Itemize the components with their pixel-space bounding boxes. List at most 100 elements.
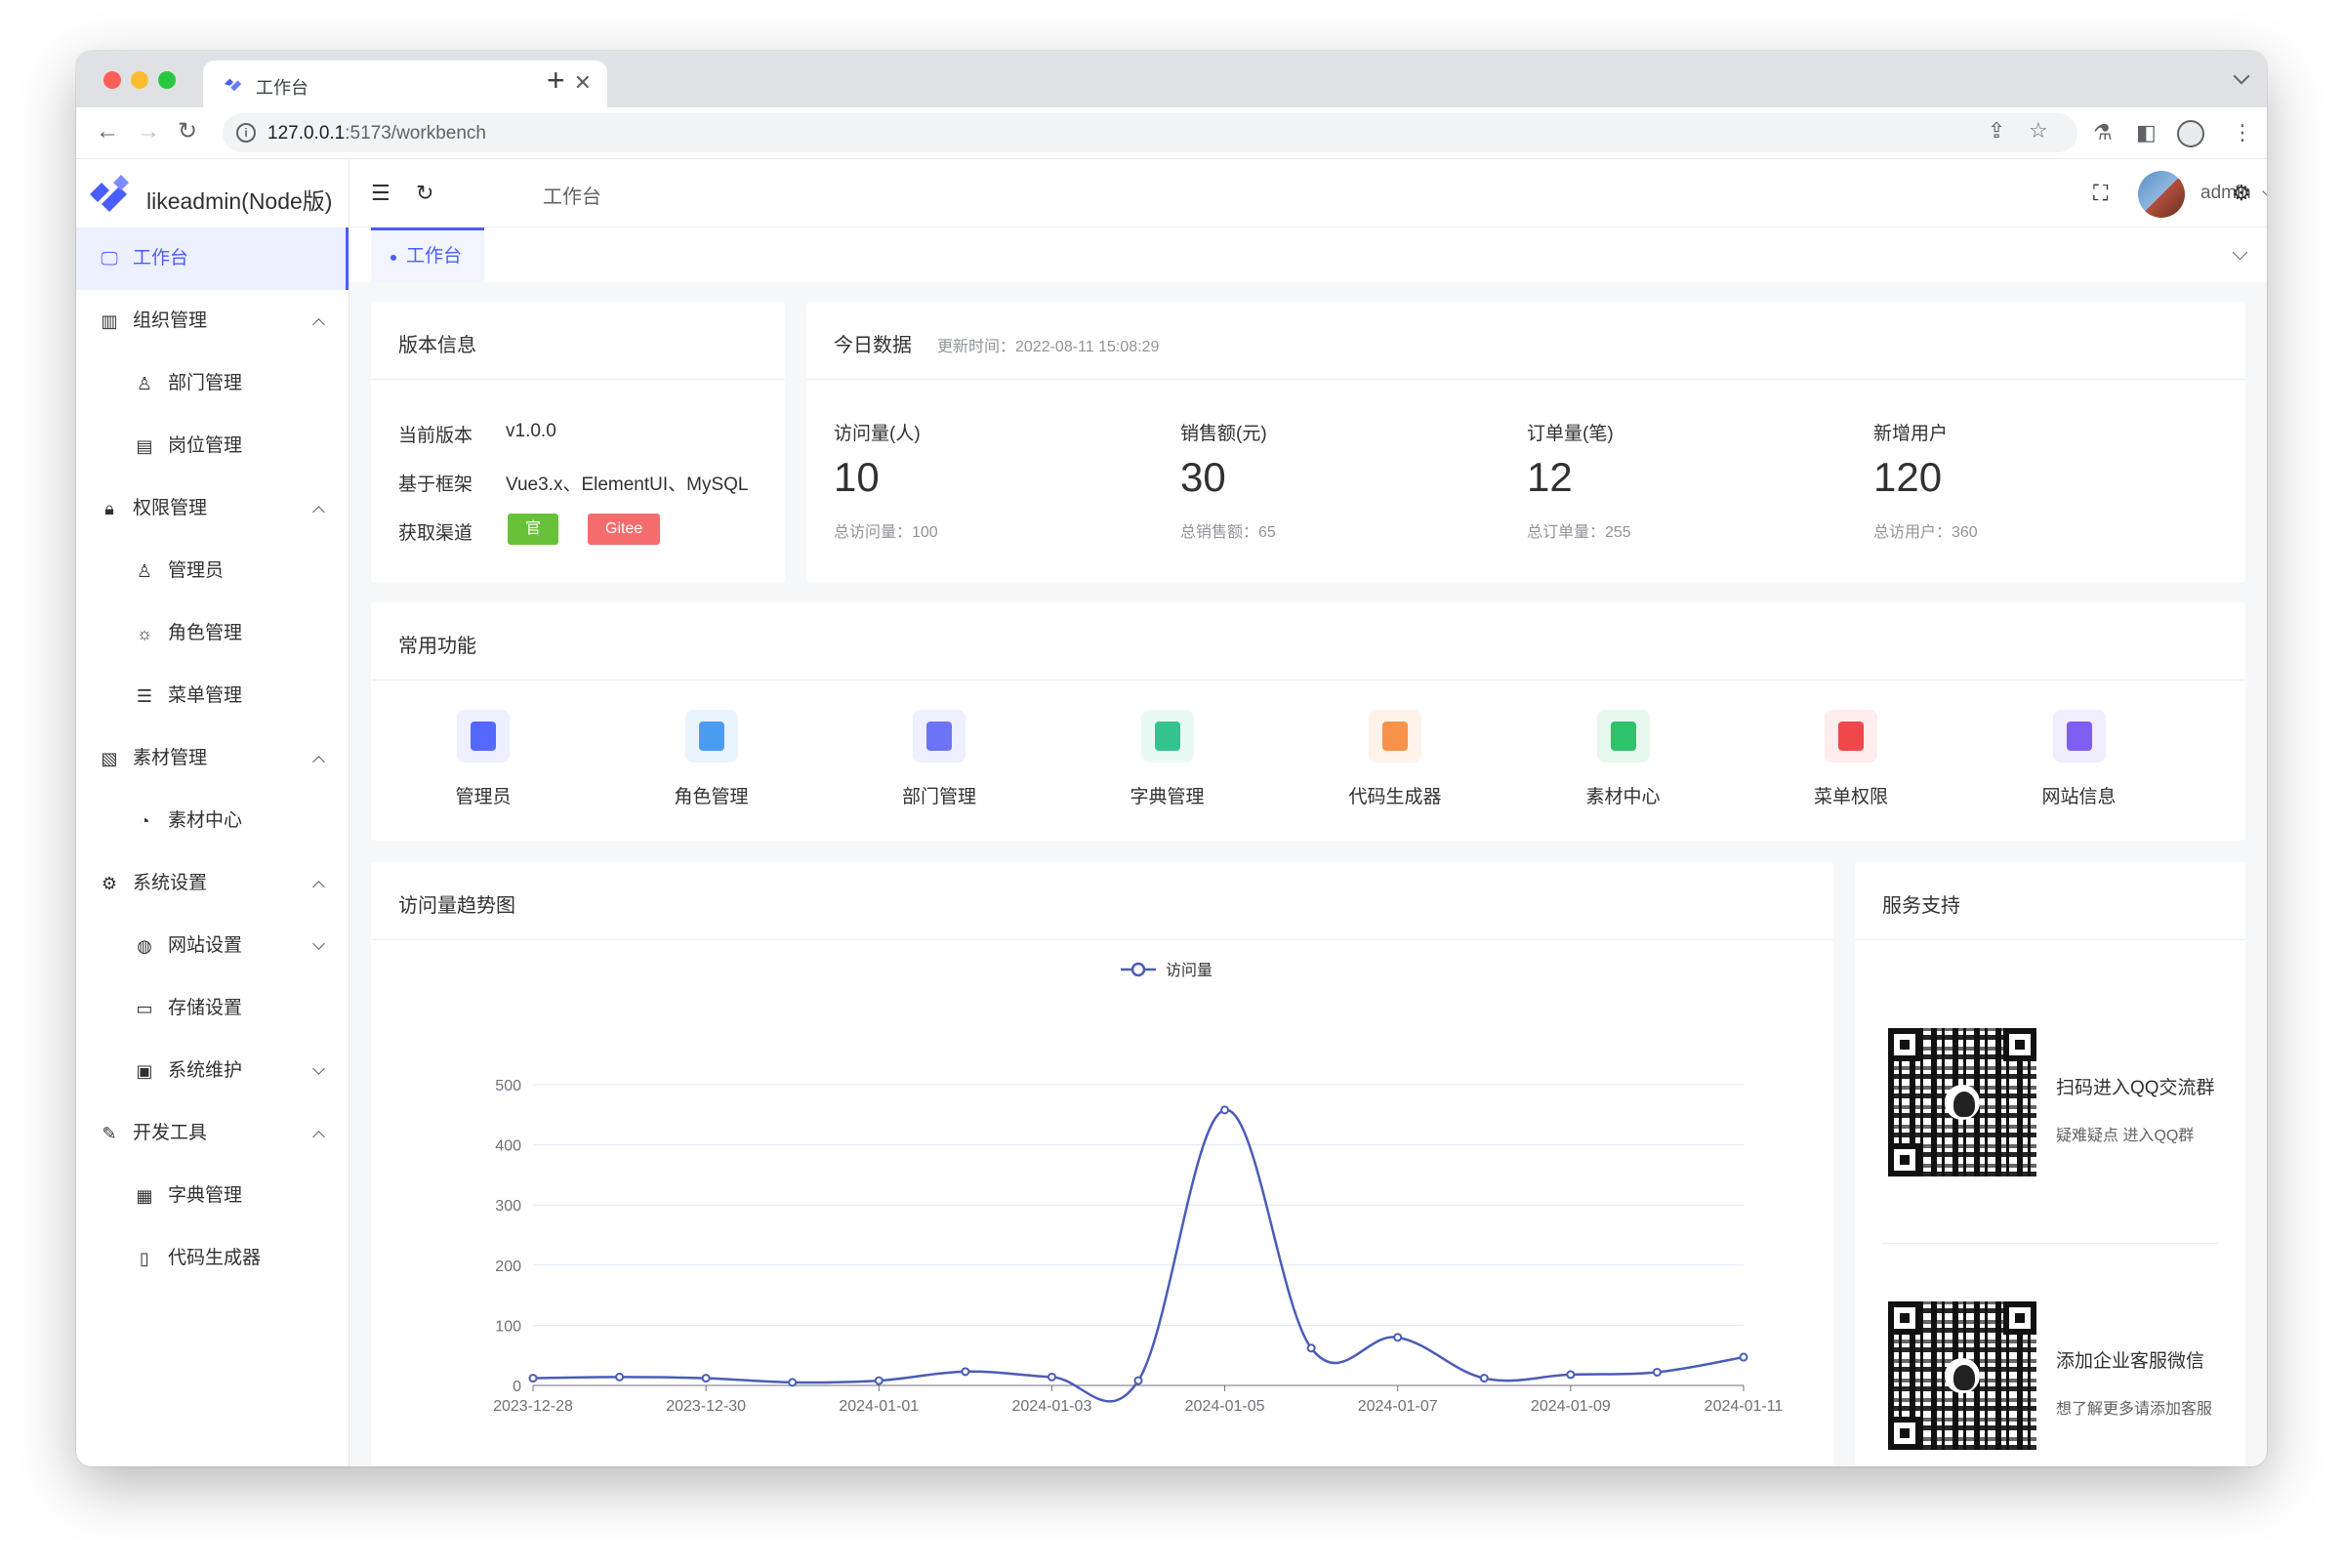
sidebar-item[interactable]: ☰ 菜单管理 <box>76 665 349 727</box>
bookmark-star-icon[interactable]: ☆ <box>2029 117 2048 144</box>
function-item[interactable]: 部门管理 <box>861 710 1017 817</box>
function-item[interactable]: 代码生成器 <box>1317 710 1473 817</box>
building-icon: ▥ <box>101 311 118 331</box>
sidebar-item[interactable]: ⚙ 系统设置 <box>76 852 349 915</box>
chevron-up-icon[interactable] <box>312 1131 325 1143</box>
back-arrow-icon[interactable]: ← <box>96 117 119 146</box>
close-window-button[interactable] <box>103 71 121 89</box>
sidebar-item[interactable]: ▧ 素材管理 <box>76 727 349 790</box>
reload-icon[interactable]: ↻ <box>178 117 197 146</box>
user-dropdown-chevron-icon[interactable] <box>2262 186 2267 197</box>
data-point <box>961 1367 970 1377</box>
browser-toolbar: ← → ↻ i 127.0.0.1:5173/workbench ⇪ ☆ ⚗ ◧… <box>76 107 2267 158</box>
version-card: 版本信息 当前版本 v1.0.0 基于框架 Vue3.x、ElementUI、M… <box>371 302 785 583</box>
user-icon: ♙ <box>136 374 153 393</box>
function-item[interactable]: 角色管理 <box>634 710 790 817</box>
labs-flask-icon[interactable]: ⚗ <box>2093 119 2113 146</box>
tags-dropdown-chevron-icon[interactable] <box>2232 244 2248 261</box>
qq-group-qrcode <box>1888 1028 2036 1176</box>
website-icon <box>2052 710 2106 763</box>
sidebar-item-label: 系统设置 <box>133 873 208 893</box>
x-tick-label: 2024-01-09 <box>1531 1398 1611 1415</box>
data-point <box>701 1374 711 1383</box>
framework-label: 基于框架 <box>398 475 473 495</box>
fullscreen-icon[interactable]: ⛶ <box>2093 181 2108 206</box>
function-item[interactable]: 管理员 <box>405 710 561 817</box>
share-icon[interactable]: ⇪ <box>1988 117 2005 144</box>
side-panel-icon[interactable]: ◧ <box>2136 119 2157 146</box>
official-site-button[interactable]: 官网 <box>508 514 559 568</box>
common-card-header: 常用功能 <box>371 602 2245 681</box>
today-data-card: 今日数据 更新时间：2022-08-11 15:08:29 访问量(人) 10 … <box>806 302 2245 583</box>
x-tick-label: 2024-01-05 <box>1185 1398 1265 1415</box>
new-tab-icon[interactable]: + <box>547 62 565 98</box>
sidebar-item-label: 管理员 <box>168 560 225 581</box>
sidebar-item[interactable]: 🔒︎ 权限管理 <box>76 477 349 540</box>
data-point <box>874 1376 884 1385</box>
function-item[interactable]: 字典管理 <box>1089 710 1246 817</box>
chrome-menu-icon[interactable]: ⋮ <box>2232 119 2253 146</box>
chevron-up-icon[interactable] <box>312 318 325 331</box>
sidebar-item-label: 存储设置 <box>168 998 243 1018</box>
qq-group-title: 扫码进入QQ交流群 <box>2056 1078 2215 1098</box>
data-point <box>1566 1370 1576 1380</box>
sidebar-item[interactable]: ☼ 角色管理 <box>76 602 349 665</box>
function-glyph <box>926 722 952 751</box>
visit-trend-chart: 0 100 200 300 400 500 2023-12-28 2023-12-30 2024… <box>493 962 1784 1415</box>
sidebar-item[interactable]: ▭ 存储设置 <box>76 977 349 1040</box>
service-support-card: 服务支持 扫码进入QQ交流群 疑难疑点 进入QQ群 添加企业客服微信 想了解更多… <box>1855 862 2245 1466</box>
gitee-button[interactable]: Gitee <box>588 514 661 545</box>
x-tick-label: 2024-01-11 <box>1705 1398 1784 1415</box>
likeadmin-logo-icon <box>90 175 129 212</box>
chrome-profile-icon[interactable] <box>2177 120 2204 147</box>
sidebar-item[interactable]: ▥ 组织管理 <box>76 290 349 352</box>
sidebar-item[interactable]: ▤ 岗位管理 <box>76 415 349 477</box>
chevron-up-icon[interactable] <box>312 756 325 768</box>
maximize-window-button[interactable] <box>158 71 176 89</box>
y-tick-label: 200 <box>495 1259 521 1275</box>
sidebar-item-label: 素材中心 <box>168 810 243 831</box>
browser-tab-strip: 工作台 ✕ + <box>76 51 2267 107</box>
chevron-up-icon[interactable] <box>312 506 325 518</box>
chevron-up-icon[interactable] <box>312 881 325 893</box>
y-tick-label: 300 <box>495 1198 521 1215</box>
sidebar-item[interactable]: 🖵 工作台 <box>76 227 349 290</box>
qq-group-desc: 疑难疑点 进入QQ群 <box>2056 1128 2195 1144</box>
sidebar-item[interactable]: ♙ 管理员 <box>76 540 349 602</box>
version-card-header: 版本信息 <box>371 302 785 380</box>
settings-gear-icon[interactable]: ⚙ <box>2232 181 2251 206</box>
tab-search-chevron-icon[interactable] <box>2233 67 2250 85</box>
likeadmin-favicon-icon <box>224 78 242 92</box>
close-tab-icon[interactable]: ✕ <box>574 70 592 96</box>
function-item[interactable]: 网站信息 <box>2001 710 2158 817</box>
stat-value: 10 <box>834 454 880 500</box>
stat-total: 总订单量：255 <box>1527 524 1631 541</box>
sidebar-item[interactable]: ▦ 字典管理 <box>76 1165 349 1227</box>
minimize-window-button[interactable] <box>131 71 148 89</box>
sidebar-item[interactable]: ♙ 部门管理 <box>76 352 349 415</box>
active-dot-icon <box>390 255 396 261</box>
site-info-icon[interactable]: i <box>236 123 256 143</box>
sidebar-item[interactable]: ▯ 代码生成器 <box>76 1227 349 1290</box>
function-item[interactable]: 素材中心 <box>1545 710 1702 817</box>
sidebar-item[interactable]: ◔ 素材中心 <box>76 790 349 852</box>
user-avatar[interactable] <box>2138 171 2185 218</box>
menu-permission-icon <box>1825 710 1877 763</box>
sidebar-item[interactable]: ▣ 系统维护 <box>76 1040 349 1102</box>
refresh-icon[interactable]: ↻ <box>416 181 433 206</box>
sidebar-item[interactable]: ◍ 网站设置 <box>76 915 349 977</box>
sidebar-item-label: 素材管理 <box>133 748 208 768</box>
x-tick-label: 2024-01-01 <box>839 1398 919 1415</box>
app-logo[interactable]: likeadmin(Node版) <box>88 173 342 218</box>
sidebar-item[interactable]: ✎ 开发工具 <box>76 1102 349 1165</box>
chevron-down-icon[interactable] <box>312 937 325 950</box>
function-item[interactable]: 菜单权限 <box>1773 710 1929 817</box>
fold-menu-icon[interactable]: ☰ <box>371 181 390 206</box>
address-bar[interactable]: i 127.0.0.1:5173/workbench ⇪ ☆ <box>223 113 2077 152</box>
chevron-down-icon[interactable] <box>312 1062 325 1075</box>
sidebar-item-label: 工作台 <box>133 248 189 268</box>
forward-arrow-icon[interactable]: → <box>137 117 160 146</box>
wechat-service-desc: 想了解更多请添加客服 <box>2056 1401 2213 1418</box>
tag-workbench[interactable]: 工作台 <box>371 227 484 282</box>
tag-label: 工作台 <box>406 246 463 267</box>
